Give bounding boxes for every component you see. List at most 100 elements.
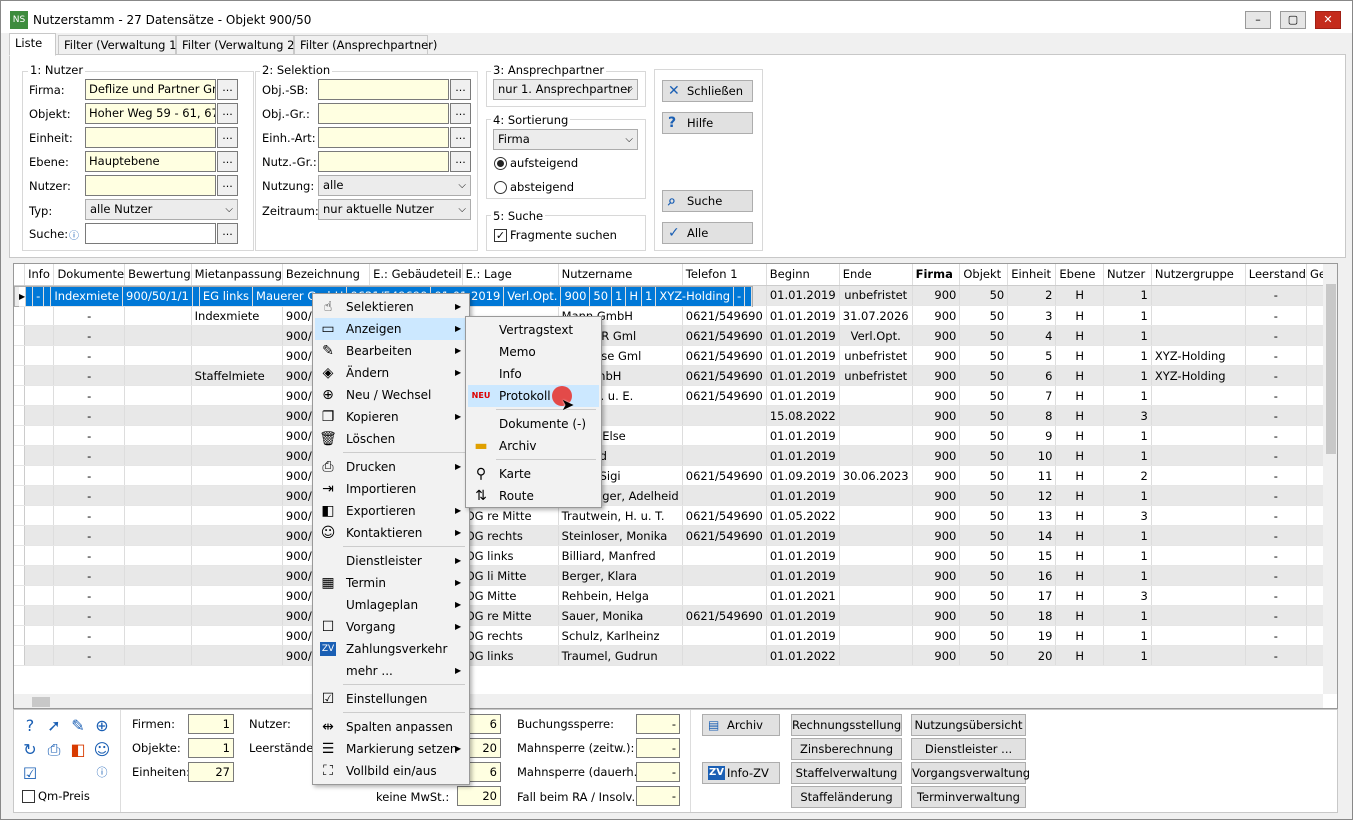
menu-item[interactable]: ☐ Vorgang ▶ — [315, 616, 467, 638]
menu-item[interactable]: ⇥ Importieren — [315, 478, 467, 500]
checkbox-icon[interactable]: ☑ — [20, 764, 40, 783]
plus-circle-icon[interactable]: ⊕ — [92, 716, 112, 735]
table-row[interactable]: -Staffelmiete900/50ack GmbH0621/54969001… — [14, 365, 1337, 386]
table-row[interactable]: -900/50 OG links Billiard, Manfred 01.01.20… — [14, 545, 1337, 566]
row-indicator[interactable] — [14, 345, 26, 366]
printer-icon[interactable]: ⎙ — [44, 740, 64, 760]
row-indicator[interactable] — [14, 365, 26, 386]
row-indicator[interactable]: ▶ — [19, 286, 27, 307]
table-row[interactable]: -900/50 OG rechts Steinloser, Monika 0621/5… — [14, 525, 1337, 546]
row-indicator[interactable] — [14, 585, 26, 606]
column-header[interactable]: Bezeichnung — [282, 264, 371, 286]
all-button[interactable]: ✓ Alle — [662, 222, 753, 244]
nutzung-select[interactable]: alle ⌵ — [318, 175, 471, 196]
close-window-button[interactable]: ✕ — [1315, 11, 1341, 29]
help-icon[interactable]: ? — [20, 716, 40, 735]
objsb-browse-button[interactable]: ... — [450, 79, 471, 100]
tab-filter-verwaltung-2[interactable]: Filter (Verwaltung 2) — [176, 35, 299, 55]
row-indicator[interactable] — [14, 565, 26, 586]
table-row[interactable]: -900/50 OG links Traumel, Gudrun 01.01.2022… — [14, 645, 1337, 666]
zinsberechnung-button[interactable]: Zinsberechnung — [791, 738, 902, 760]
column-header[interactable]: Objekt — [959, 264, 1009, 286]
menu-item[interactable]: ◈ Ändern ▶ — [315, 362, 467, 384]
nutzgr-field[interactable] — [318, 151, 449, 172]
column-header[interactable]: Dokumente — [53, 264, 126, 286]
menu-item[interactable]: ⛶ Vollbild ein/aus — [315, 760, 467, 782]
row-indicator[interactable] — [14, 405, 26, 426]
objgr-browse-button[interactable]: ... — [450, 103, 471, 124]
staffelaenderung-button[interactable]: Staffeländerung — [791, 786, 902, 808]
nutzer-browse-button[interactable]: ... — [217, 175, 238, 196]
menu-item[interactable]: ☰ Markierung setzen ▶ — [315, 738, 467, 760]
ansprechpartner-select[interactable]: nur 1. Ansprechpartner ⌵ — [493, 79, 638, 100]
menu-item[interactable]: ZV Zahlungsverkehr — [315, 638, 467, 660]
objekt-field[interactable]: Hoher Weg 59 - 61, 67059 — [85, 103, 216, 124]
row-indicator[interactable] — [14, 505, 26, 526]
row-indicator[interactable] — [14, 605, 26, 626]
close-button[interactable]: ✕ Schließen — [662, 80, 753, 102]
column-header[interactable]: Nutzername — [558, 264, 683, 286]
submenu-item[interactable]: Info — [468, 363, 599, 385]
suche-field[interactable] — [85, 223, 216, 244]
column-header[interactable]: Nutzer — [1103, 264, 1152, 286]
menu-item[interactable]: ◧ Exportieren ▶ — [315, 500, 467, 522]
row-indicator[interactable] — [14, 445, 26, 466]
sortierung-select[interactable]: Firma ⌵ — [493, 129, 638, 150]
menu-item[interactable]: ☑ Einstellungen — [315, 688, 467, 710]
tab-filter-ansprechpartner[interactable]: Filter (Ansprechpartner) — [294, 35, 437, 55]
firma-browse-button[interactable]: ... — [217, 79, 238, 100]
einhart-browse-button[interactable]: ... — [450, 127, 471, 148]
table-row[interactable]: -900/50 OG li Mitte Berger, Klara 01.01.201… — [14, 565, 1337, 586]
row-indicator[interactable] — [14, 425, 26, 446]
objgr-field[interactable] — [318, 103, 449, 124]
einhart-field[interactable] — [318, 127, 449, 148]
column-header[interactable]: Nutzergruppe — [1151, 264, 1246, 286]
menu-item[interactable]: Umlageplan ▶ — [315, 594, 467, 616]
ebene-browse-button[interactable]: ... — [217, 151, 238, 172]
rechnungsstellung-button[interactable]: Rechnungsstellung — [791, 714, 902, 736]
menu-item[interactable]: ⊕ Neu / Wechsel — [315, 384, 467, 406]
table-row[interactable]: -900/50 OG rechts Schulz, Karlheinz 01.01.2… — [14, 625, 1337, 646]
info-icon[interactable]: ⓘ — [92, 764, 112, 780]
menu-item[interactable]: ☺ Kontaktieren ▶ — [315, 522, 467, 544]
submenu-item[interactable]: ⇅ Route — [468, 485, 599, 507]
submenu-item[interactable]: Dokumente (-) — [468, 413, 599, 435]
row-indicator[interactable] — [14, 325, 26, 346]
nutzer-field[interactable] — [85, 175, 216, 196]
column-header[interactable]: E.: Lage — [462, 264, 559, 286]
column-header[interactable]: Mietanpassung — [191, 264, 283, 286]
absteigend-radio[interactable] — [494, 181, 507, 194]
menu-item[interactable]: ▭ Anzeigen ▶ — [315, 318, 467, 340]
einheit-browse-button[interactable]: ... — [217, 127, 238, 148]
row-indicator[interactable] — [14, 465, 26, 486]
data-grid[interactable]: Info Dokumente Bewertung Mietanpassung Bezei… — [13, 263, 1338, 709]
submenu-item[interactable]: NEU Protokoll — [468, 385, 599, 407]
table-row[interactable]: -900/50s SUPER Gml0621/54969001.01.2019V… — [14, 325, 1337, 346]
table-row[interactable]: -900/50 OG Mitte Rehbein, Helga 01.01.2021 9… — [14, 585, 1337, 606]
column-header[interactable]: E.: Gebäudeteil — [369, 264, 463, 286]
search-button[interactable]: ⌕ Suche — [662, 190, 753, 212]
column-header[interactable]: Bewertung — [124, 264, 192, 286]
menu-item[interactable]: ▦ Termin ▶ — [315, 572, 467, 594]
submenu-item[interactable]: ▬ Archiv — [468, 435, 599, 457]
table-row[interactable]: -900/50rtin u. Sigi0621/54969001.09.2019… — [14, 465, 1337, 486]
pencil-icon[interactable]: ✎ — [68, 716, 88, 735]
dienstleister-button[interactable]: Dienstleister ... — [911, 738, 1026, 760]
menu-item[interactable]: ⇹ Spalten anpassen — [315, 716, 467, 738]
table-row[interactable]: -900/50 OG re Mitte Trautwein, H. u. T. 062… — [14, 505, 1337, 526]
tab-liste[interactable]: Liste — [9, 33, 56, 56]
typ-select[interactable]: alle Nutzer ⌵ — [85, 199, 238, 220]
column-header[interactable]: Einheit — [1007, 264, 1057, 286]
table-row[interactable]: -900/50André15.08.2022900508H3- — [14, 405, 1337, 426]
suche-browse-button[interactable]: ... — [217, 223, 238, 244]
office-icon[interactable]: ◧ — [68, 740, 88, 759]
menu-item[interactable]: 🗑 Löschen — [315, 428, 467, 450]
nutzungsuebersicht-button[interactable]: Nutzungsübersicht — [911, 714, 1026, 736]
column-header[interactable]: Ebene — [1055, 264, 1104, 286]
info-icon[interactable]: ⓘ — [69, 227, 79, 242]
table-row[interactable]: -900/50Irmgard01.01.20199005010H1- — [14, 445, 1337, 466]
cursor-icon[interactable]: ➚ — [44, 716, 64, 735]
minimize-button[interactable]: – — [1245, 11, 1271, 29]
row-indicator[interactable] — [14, 305, 26, 326]
column-header[interactable]: Firma — [912, 264, 961, 286]
